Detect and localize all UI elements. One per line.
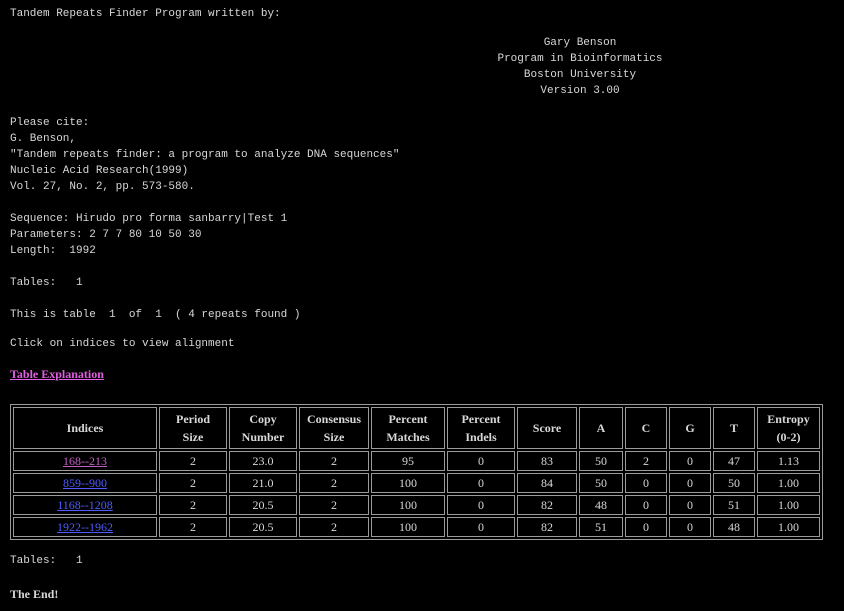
university-name: Boston University (523, 69, 637, 81)
percent-indels-cell: 0 (447, 495, 515, 515)
length-line: Length: 1992 (10, 245, 96, 257)
table-row: 168--213 2 23.0 2 95 0 83 50 2 0 47 1.13 (13, 451, 820, 471)
table-row: 1922--1962 2 20.5 2 100 0 82 51 0 0 48 1… (13, 517, 820, 537)
instruction-text: Click on indices to view alignment (10, 338, 235, 350)
table-explanation-link[interactable]: Table Explanation (10, 367, 104, 382)
a-cell: 50 (579, 451, 623, 471)
header-indices: Indices (13, 407, 157, 449)
version-text: Version 3.00 (540, 85, 620, 97)
percent-indels-cell: 0 (447, 473, 515, 493)
entropy-cell: 1.00 (757, 495, 820, 515)
t-cell: 47 (713, 451, 755, 471)
c-cell: 0 (625, 473, 667, 493)
citation-heading: Please cite: (10, 117, 90, 129)
citation-author: G. Benson, (10, 133, 77, 145)
g-cell: 0 (669, 473, 711, 493)
the-end-text: The End! (10, 587, 59, 601)
header-t: T (713, 407, 755, 449)
percent-indels-cell: 0 (447, 451, 515, 471)
table-position: This is table 1 of 1 ( 4 repeats found ) (10, 309, 301, 321)
copy-number-cell: 20.5 (229, 517, 297, 537)
indices-link[interactable]: 168--213 (63, 454, 107, 468)
header-consensus-size: Consensus Size (299, 407, 369, 449)
indices-link[interactable]: 1168--1208 (57, 498, 113, 512)
copy-number-cell: 23.0 (229, 451, 297, 471)
score-cell: 82 (517, 517, 577, 537)
table-row: 859--900 2 21.0 2 100 0 84 50 0 0 50 1.0… (13, 473, 820, 493)
t-cell: 51 (713, 495, 755, 515)
header-g: G (669, 407, 711, 449)
header-c: C (625, 407, 667, 449)
consensus-size-cell: 2 (299, 495, 369, 515)
entropy-cell: 1.00 (757, 517, 820, 537)
a-cell: 51 (579, 517, 623, 537)
percent-matches-cell: 100 (371, 517, 445, 537)
header-a: A (579, 407, 623, 449)
tables-count: Tables: 1 (10, 277, 83, 289)
score-cell: 82 (517, 495, 577, 515)
period-size-cell: 2 (159, 451, 227, 471)
header-score: Score (517, 407, 577, 449)
a-cell: 50 (579, 473, 623, 493)
g-cell: 0 (669, 517, 711, 537)
header-period-size: Period Size (159, 407, 227, 449)
header-percent-indels: Percent Indels (447, 407, 515, 449)
table-row: 1168--1208 2 20.5 2 100 0 82 48 0 0 51 1… (13, 495, 820, 515)
header-entropy: Entropy (0-2) (757, 407, 820, 449)
copy-number-cell: 21.0 (229, 473, 297, 493)
citation-journal: Nucleic Acid Research(1999) (10, 165, 189, 177)
percent-matches-cell: 100 (371, 473, 445, 493)
author-name: Gary Benson (543, 37, 617, 49)
program-credit-line: Tandem Repeats Finder Program written by… (10, 8, 281, 20)
citation-volume: Vol. 27, No. 2, pp. 573-580. (10, 181, 195, 193)
percent-indels-cell: 0 (447, 517, 515, 537)
g-cell: 0 (669, 451, 711, 471)
program-name: Program in Bioinformatics (497, 53, 663, 65)
consensus-size-cell: 2 (299, 473, 369, 493)
c-cell: 2 (625, 451, 667, 471)
g-cell: 0 (669, 495, 711, 515)
tables-count-footer: Tables: 1 (10, 555, 83, 567)
period-size-cell: 2 (159, 495, 227, 515)
consensus-size-cell: 2 (299, 451, 369, 471)
sequence-line: Sequence: Hirudo pro forma sanbarry|Test… (10, 213, 288, 225)
period-size-cell: 2 (159, 473, 227, 493)
repeats-table: Indices Period Size Copy Number Consensus S… (10, 404, 823, 540)
table-header-row: Indices Period Size Copy Number Consensus S… (13, 407, 820, 449)
percent-matches-cell: 95 (371, 451, 445, 471)
parameters-line: Parameters: 2 7 7 80 10 50 30 (10, 229, 202, 241)
t-cell: 50 (713, 473, 755, 493)
t-cell: 48 (713, 517, 755, 537)
percent-matches-cell: 100 (371, 495, 445, 515)
period-size-cell: 2 (159, 517, 227, 537)
c-cell: 0 (625, 495, 667, 515)
indices-link[interactable]: 1922--1962 (57, 520, 113, 534)
score-cell: 84 (517, 473, 577, 493)
copy-number-cell: 20.5 (229, 495, 297, 515)
entropy-cell: 1.00 (757, 473, 820, 493)
indices-link[interactable]: 859--900 (63, 476, 107, 490)
header-copy-number: Copy Number (229, 407, 297, 449)
score-cell: 83 (517, 451, 577, 471)
header-percent-matches: Percent Matches (371, 407, 445, 449)
citation-title: "Tandem repeats finder: a program to ana… (10, 149, 400, 161)
consensus-size-cell: 2 (299, 517, 369, 537)
c-cell: 0 (625, 517, 667, 537)
a-cell: 48 (579, 495, 623, 515)
entropy-cell: 1.13 (757, 451, 820, 471)
